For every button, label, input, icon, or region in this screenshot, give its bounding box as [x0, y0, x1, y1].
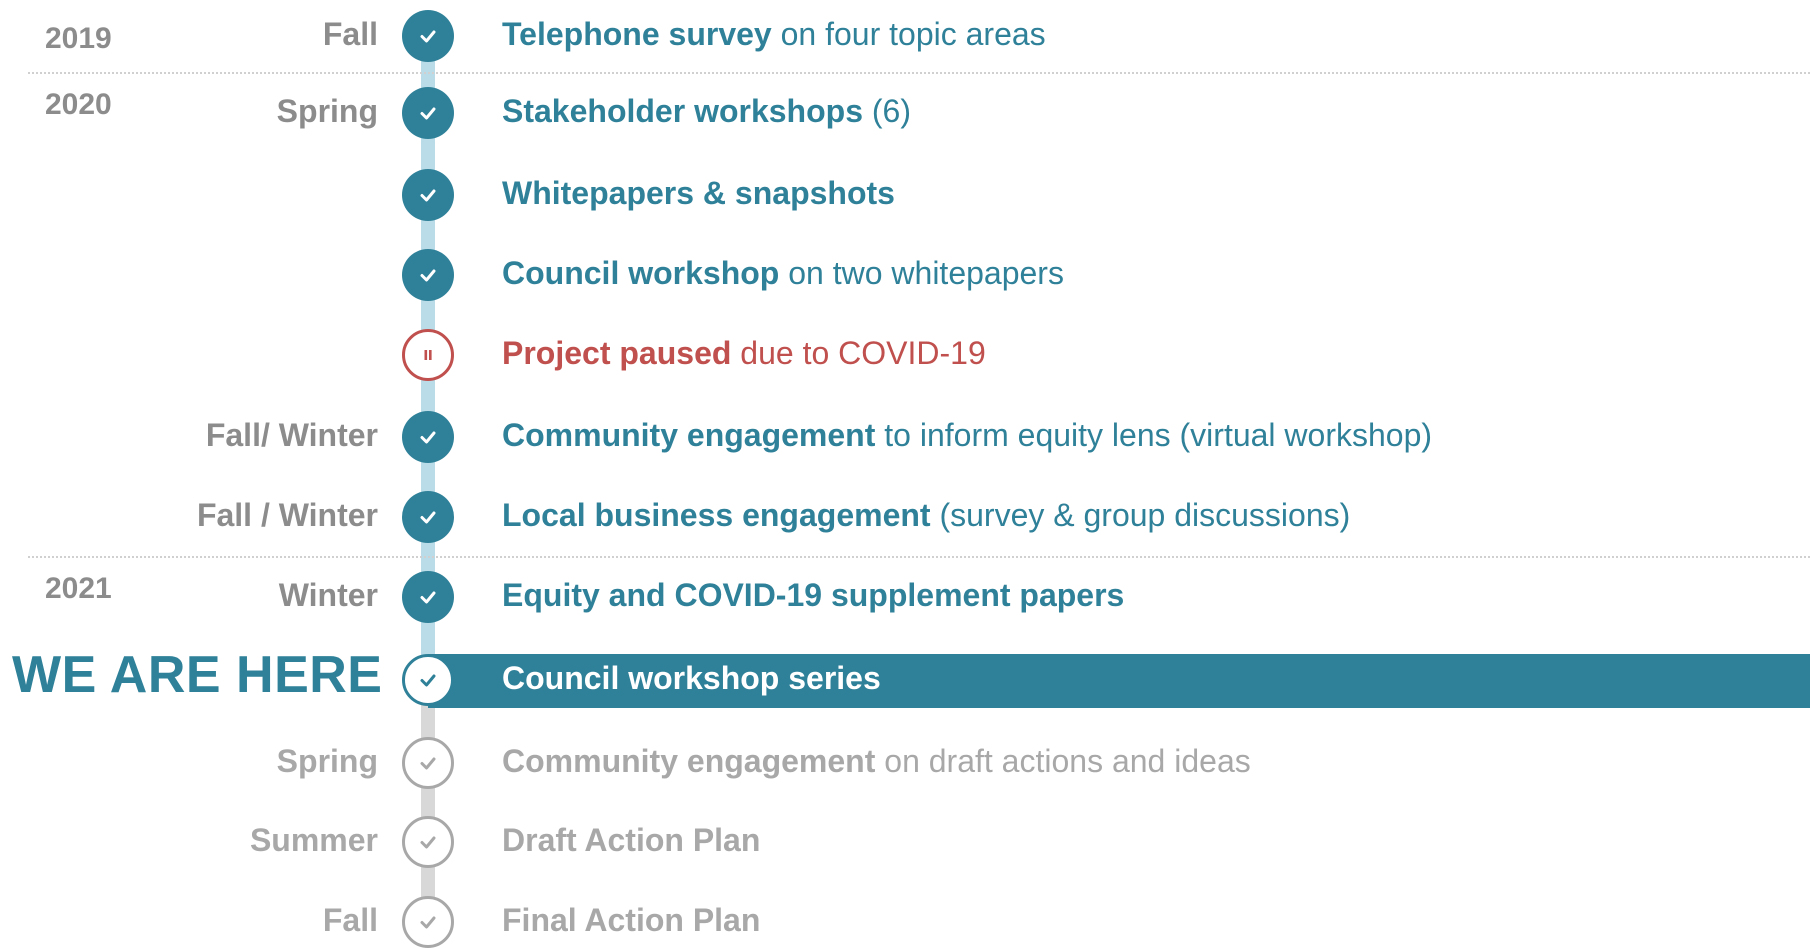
check-circle-outline-icon — [420, 916, 436, 929]
year-divider-2019-2020 — [28, 72, 1810, 74]
milestone-marker — [402, 816, 454, 868]
year-label-2021: 2021 — [45, 572, 112, 605]
milestone-season-label: Fall / Winter — [196, 497, 378, 533]
check-circle-icon — [420, 674, 436, 687]
year-divider-2020-2021 — [28, 556, 1810, 558]
milestone-detail: due to COVID-19 — [731, 335, 986, 371]
milestone-season-label: Fall/ Winter — [205, 417, 378, 453]
year-label-2019: 2019 — [45, 22, 112, 55]
milestone-detail: on two whitepapers — [779, 255, 1064, 291]
milestone-title: Whitepapers & snapshots — [502, 175, 895, 211]
milestone-description: Telephone survey on four topic areas — [502, 16, 1046, 53]
milestone-marker — [402, 571, 454, 623]
milestone-description: Community engagement on draft actions an… — [502, 743, 1251, 780]
milestone-season-label: Fall — [322, 902, 378, 938]
check-circle-icon — [420, 431, 436, 444]
milestone-description: Community engagement to inform equity le… — [502, 417, 1432, 454]
milestone-description: Council workshop series — [502, 660, 881, 697]
milestone-description: Equity and COVID-19 supplement papers — [502, 577, 1124, 614]
milestone-season-label: Summer — [249, 822, 378, 858]
milestone-marker — [402, 249, 454, 301]
milestone-season-label: Fall — [322, 16, 378, 52]
milestone-marker — [402, 737, 454, 789]
milestone-description: Stakeholder workshops (6) — [502, 93, 911, 130]
pause-circle-icon — [424, 350, 432, 360]
milestone-season-label: Spring — [276, 743, 378, 779]
milestone-title: Final Action Plan — [502, 902, 761, 938]
milestone-title: Council workshop series — [502, 660, 881, 696]
milestone-title: Community engagement — [502, 417, 876, 453]
milestone-title: Local business engagement — [502, 497, 931, 533]
milestone-marker — [402, 896, 454, 948]
milestone-title: Council workshop — [502, 255, 780, 291]
milestone-title: Draft Action Plan — [502, 822, 761, 858]
milestone-marker — [402, 10, 454, 62]
check-circle-icon — [420, 107, 436, 120]
milestone-title: Telephone survey — [502, 16, 772, 52]
check-circle-outline-icon — [420, 836, 436, 849]
check-circle-icon — [420, 511, 436, 524]
milestone-title: Community engagement — [502, 743, 876, 779]
we-are-here-label: WE ARE HERE — [12, 646, 383, 704]
milestone-marker — [402, 329, 454, 381]
project-timeline: 2019 2020 2021 WE ARE HERE Fall Telephone… — [0, 0, 1810, 948]
milestone-marker — [402, 491, 454, 543]
milestone-season-label: Spring — [276, 93, 378, 129]
milestone-marker — [402, 411, 454, 463]
milestone-description: Draft Action Plan — [502, 822, 760, 859]
milestone-detail: (6) — [862, 93, 911, 129]
check-circle-icon — [420, 30, 436, 43]
check-circle-icon — [420, 591, 436, 604]
milestone-marker — [402, 87, 454, 139]
check-circle-icon — [420, 269, 436, 282]
milestone-marker — [402, 654, 454, 706]
milestone-description: Local business engagement (survey & grou… — [502, 497, 1350, 534]
milestone-description: Council workshop on two whitepapers — [502, 255, 1064, 292]
milestone-detail: (survey & group discussions) — [930, 497, 1351, 533]
milestone-title: Equity and COVID-19 supplement papers — [502, 577, 1125, 613]
check-circle-icon — [420, 189, 436, 202]
milestone-description: Whitepapers & snapshots — [502, 175, 895, 212]
milestone-title: Stakeholder workshops — [502, 93, 863, 129]
milestone-detail: on draft actions and ideas — [875, 743, 1251, 779]
milestone-detail: to inform equity lens (virtual workshop) — [875, 417, 1433, 453]
check-circle-outline-icon — [420, 757, 436, 770]
milestone-season-label: Winter — [278, 577, 378, 613]
milestone-detail: on four topic areas — [771, 16, 1046, 52]
year-label-2020: 2020 — [45, 88, 112, 121]
milestone-title: Project paused — [502, 335, 732, 371]
milestone-marker — [402, 169, 454, 221]
milestone-description: Project paused due to COVID-19 — [502, 335, 986, 372]
milestone-description: Final Action Plan — [502, 902, 760, 939]
